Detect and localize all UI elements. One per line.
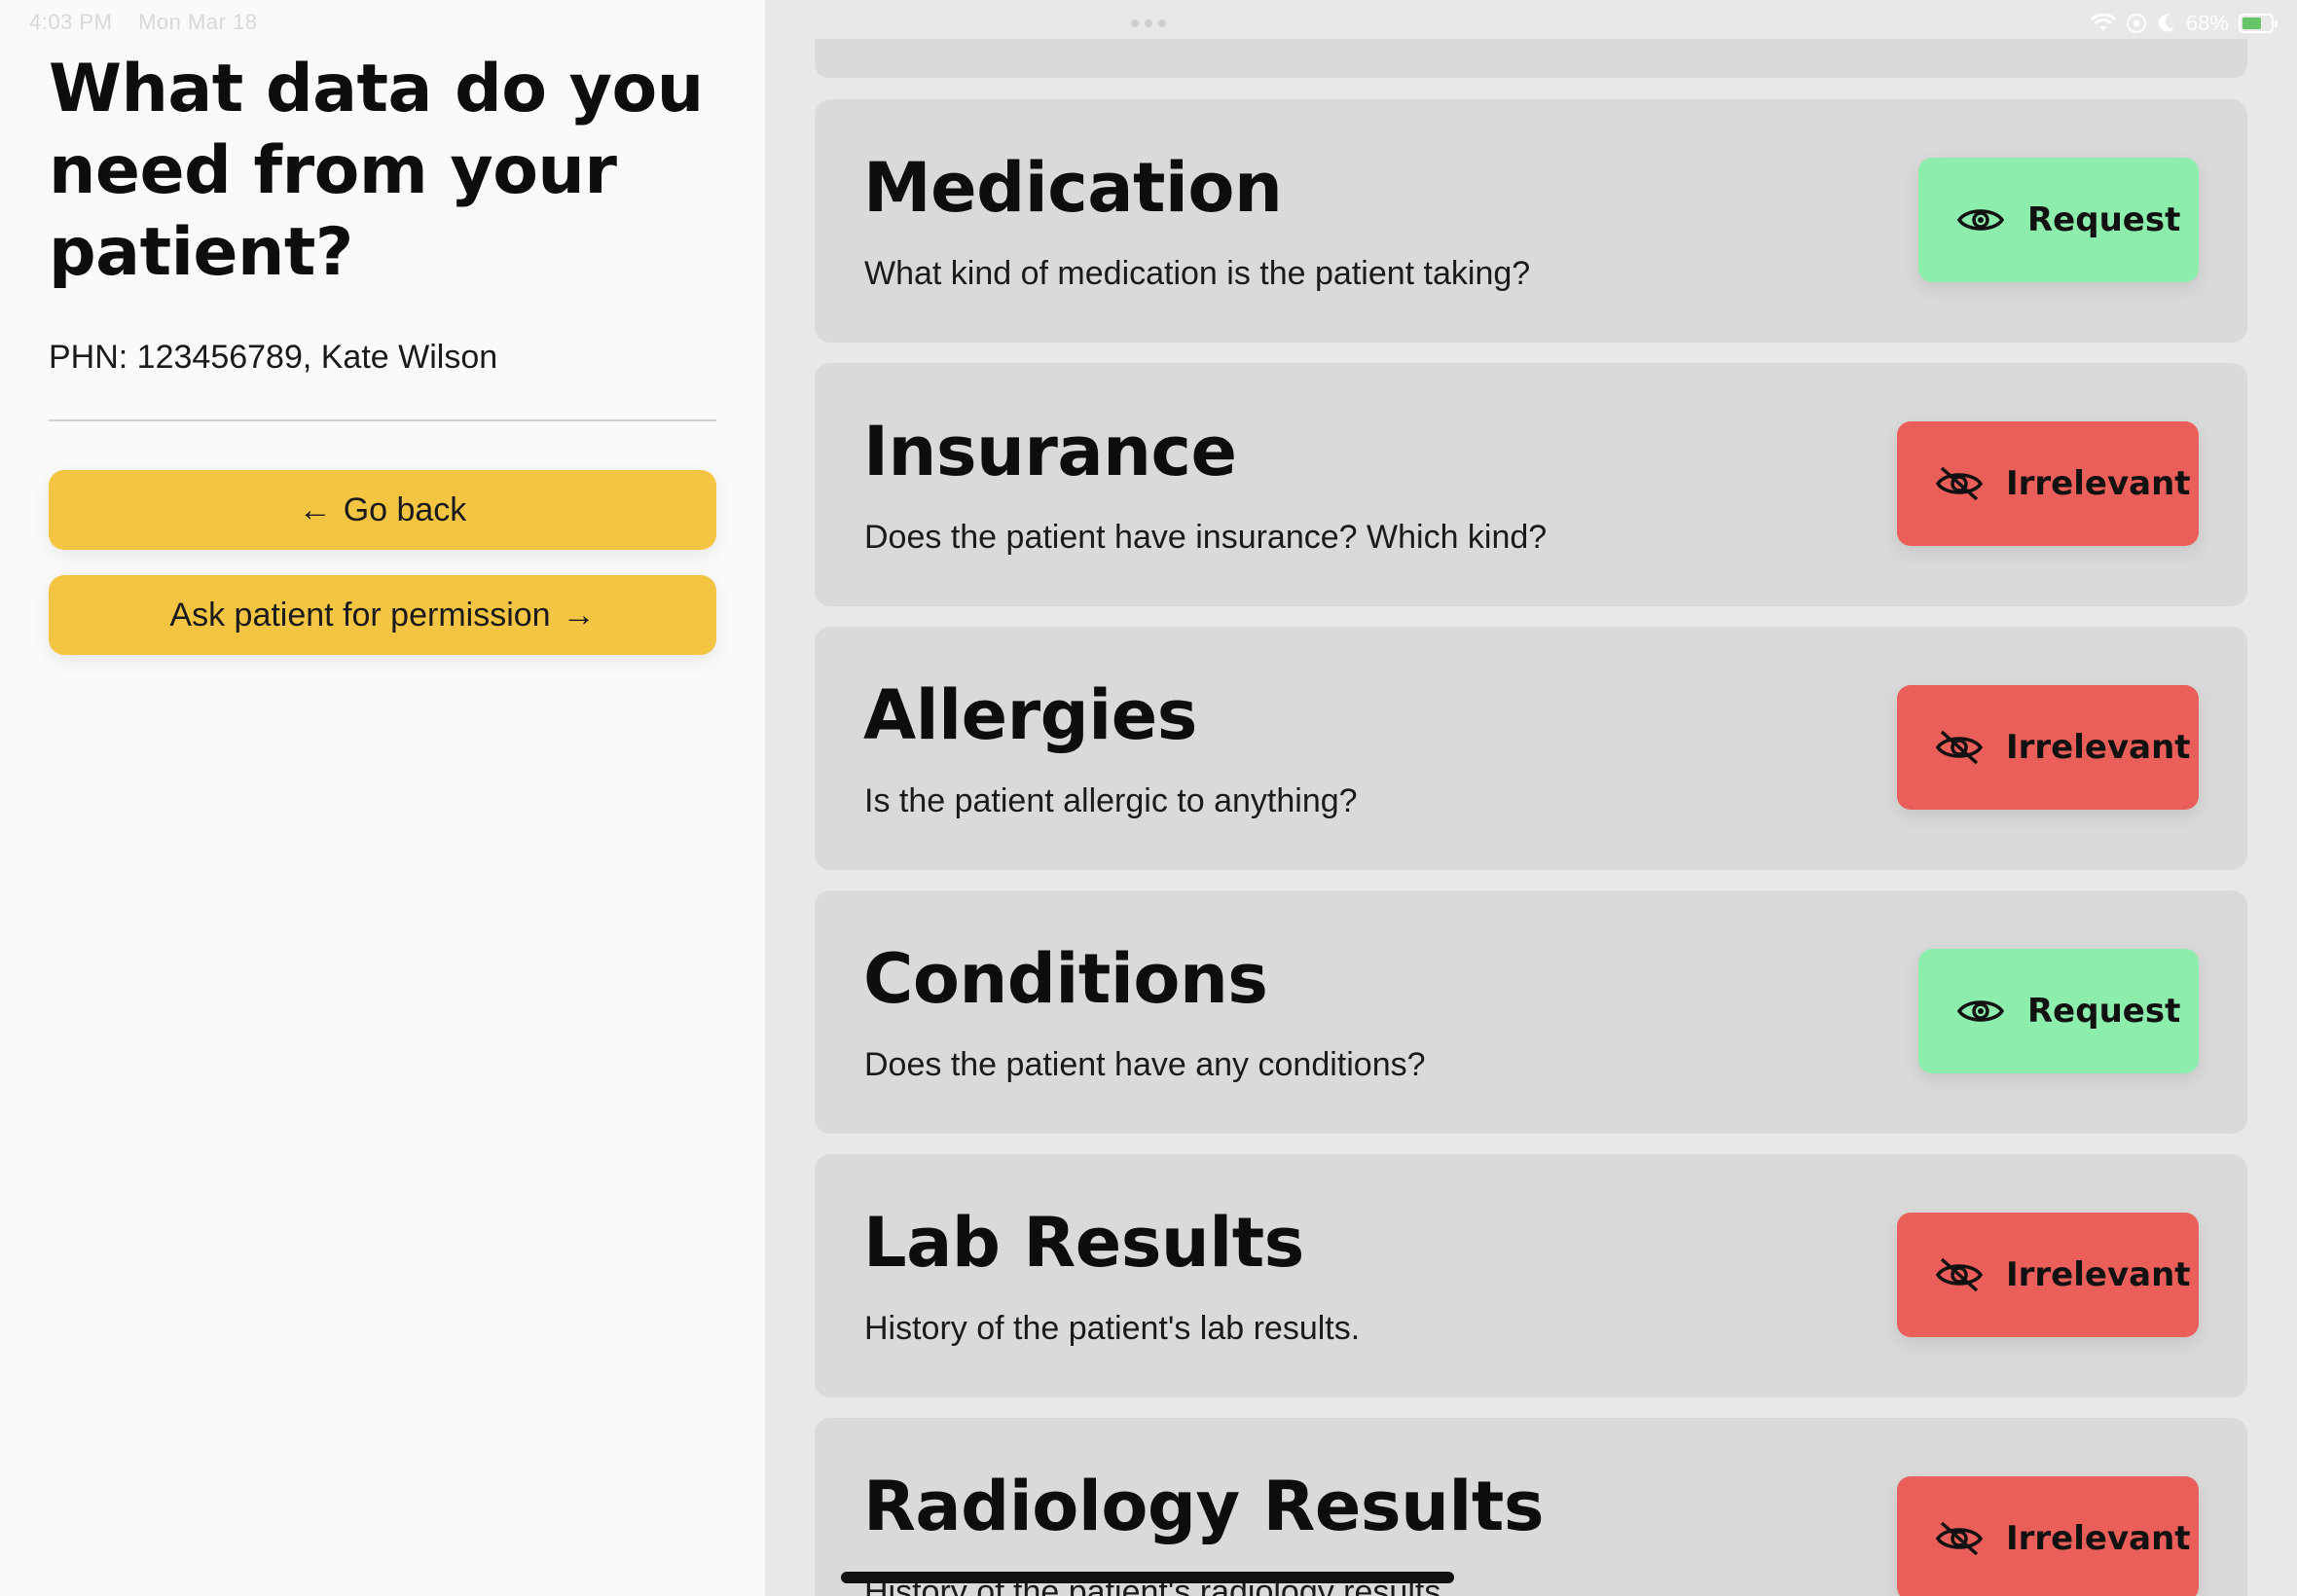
toggle-label: Request <box>2027 200 2181 239</box>
eye-off-icon <box>1935 1521 1984 1556</box>
page-title: What data do you need from your patient? <box>49 51 704 291</box>
eye-icon <box>1956 209 2005 231</box>
request-toggle-button[interactable]: Request <box>1918 949 2199 1073</box>
data-category-card: Radiology Results History of the patient'… <box>815 1418 2247 1596</box>
data-category-card: Medication What kind of medication is the… <box>815 99 2247 343</box>
card-title: Radiology Results <box>863 1467 1545 1546</box>
divider <box>49 419 716 421</box>
patient-info: PHN: 123456789, Kate Wilson <box>49 339 498 376</box>
eye-icon <box>1956 1000 2005 1022</box>
data-category-card: Conditions Does the patient have any cond… <box>815 890 2247 1134</box>
data-category-card: Allergies Is the patient allergic to anyt… <box>815 627 2247 870</box>
toggle-label: Irrelevant <box>2006 464 2191 503</box>
toggle-label: Irrelevant <box>2006 1255 2191 1294</box>
toggle-label: Irrelevant <box>2006 1519 2191 1558</box>
irrelevant-toggle-button[interactable]: Irrelevant <box>1897 421 2199 546</box>
card-description: Does the patient have any conditions? <box>864 1046 1426 1083</box>
toggle-label: Request <box>2027 992 2181 1031</box>
card-description: History of the patient's lab results. <box>864 1310 1361 1347</box>
card-description: Is the patient allergic to anything? <box>864 782 1358 819</box>
card-partial-top <box>815 39 2247 78</box>
card-title: Lab Results <box>863 1203 1304 1283</box>
irrelevant-toggle-button[interactable]: Irrelevant <box>1897 1213 2199 1337</box>
ask-permission-button[interactable]: Ask patient for permission → <box>49 575 716 655</box>
eye-off-icon <box>1935 1257 1984 1292</box>
toggle-label: Irrelevant <box>2006 728 2191 767</box>
data-category-card: Lab Results History of the patient's lab … <box>815 1154 2247 1397</box>
go-back-button[interactable]: ← Go back <box>49 470 716 550</box>
data-category-card: Insurance Does the patient have insurance… <box>815 363 2247 606</box>
card-title: Allergies <box>863 675 1197 755</box>
eye-off-icon <box>1935 466 1984 501</box>
card-description: Does the patient have insurance? Which k… <box>864 519 1548 556</box>
arrow-left-icon: ← <box>298 490 332 528</box>
go-back-label: Go back <box>343 490 467 528</box>
card-description: What kind of medication is the patient t… <box>864 255 1531 292</box>
request-toggle-button[interactable]: Request <box>1918 158 2199 282</box>
card-title: Medication <box>863 148 1283 228</box>
arrow-right-icon: → <box>562 596 596 634</box>
home-indicator[interactable] <box>841 1572 1454 1583</box>
ask-permission-label: Ask patient for permission <box>169 596 551 634</box>
irrelevant-toggle-button[interactable]: Irrelevant <box>1897 1476 2199 1596</box>
data-category-list[interactable]: Medication What kind of medication is the… <box>765 0 2297 1596</box>
irrelevant-toggle-button[interactable]: Irrelevant <box>1897 685 2199 810</box>
card-title: Conditions <box>863 939 1268 1019</box>
eye-off-icon <box>1935 730 1984 765</box>
card-title: Insurance <box>863 412 1237 491</box>
left-panel: What data do you need from your patient?… <box>0 0 765 1596</box>
